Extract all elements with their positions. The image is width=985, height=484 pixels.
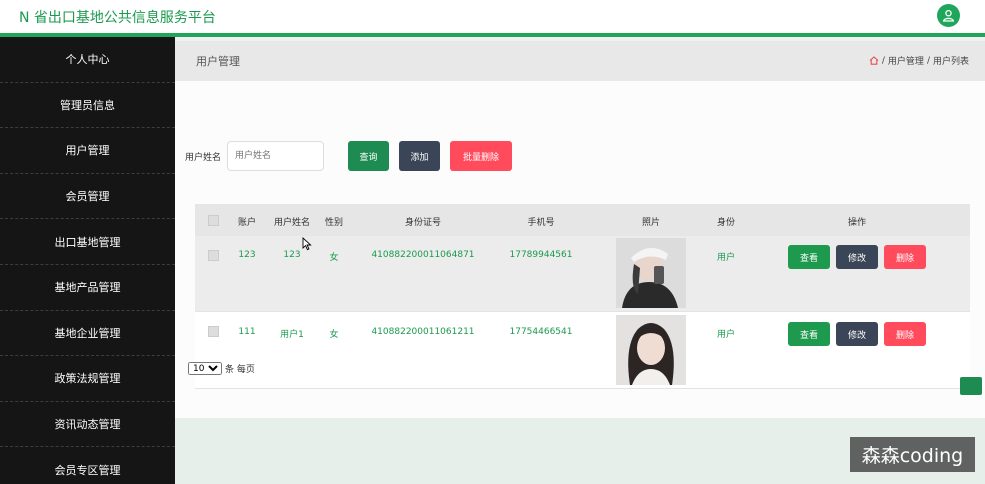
view-button[interactable]: 查看: [788, 322, 830, 346]
search-name-input[interactable]: [227, 141, 324, 171]
add-button[interactable]: 添加: [399, 141, 440, 171]
cell-user-name: 123: [283, 250, 301, 260]
header-phone: 手机号: [527, 218, 555, 228]
breadcrumb-user-list: 用户列表: [932, 57, 969, 67]
app-title: N 省出口基地公共信息服务平台: [19, 10, 216, 26]
header-user-name: 用户姓名: [273, 218, 311, 228]
cell-user-name: 用户1: [280, 330, 304, 340]
header-identity: 身份: [716, 218, 736, 228]
cell-phone: 17754466541: [509, 327, 573, 337]
breadcrumb: / 用户管理 / 用户列表: [869, 54, 969, 67]
delete-button[interactable]: 删除: [884, 322, 926, 346]
cell-identity: 用户: [716, 253, 736, 263]
page-title: 用户管理: [196, 55, 240, 68]
sidebar-item-policies[interactable]: 政策法规管理: [0, 356, 175, 402]
edit-button[interactable]: 修改: [836, 322, 878, 346]
sidebar-item-news[interactable]: 资讯动态管理: [0, 402, 175, 448]
cell-account: 111: [238, 327, 256, 337]
header-account: 账户: [237, 218, 257, 228]
cell-id-card: 410882200011064871: [371, 250, 475, 260]
sidebar-item-user-management[interactable]: 用户管理: [0, 128, 175, 174]
sidebar-item-member-management[interactable]: 会员管理: [0, 174, 175, 220]
search-name-label: 用户姓名: [185, 153, 222, 163]
sidebar-item-admin-info[interactable]: 管理员信息: [0, 83, 175, 129]
breadcrumb-separator: /: [926, 55, 930, 66]
table-header: 账户 用户姓名 性别 身份证号 手机号 照片 身份 操作: [195, 204, 970, 236]
header-photo: 照片: [641, 218, 661, 228]
row-checkbox[interactable]: [208, 250, 219, 261]
header-gender: 性别: [324, 218, 344, 228]
sidebar-item-export-base[interactable]: 出口基地管理: [0, 219, 175, 265]
user-avatar-button[interactable]: [937, 4, 960, 27]
cell-phone: 17789944561: [509, 250, 573, 260]
user-photo: [616, 238, 686, 308]
sidebar-item-base-products[interactable]: 基地产品管理: [0, 265, 175, 311]
top-bar: N 省出口基地公共信息服务平台: [0, 0, 985, 37]
query-button[interactable]: 查询: [348, 141, 389, 171]
select-all-checkbox[interactable]: [208, 215, 219, 226]
view-button[interactable]: 查看: [788, 245, 830, 269]
mouse-cursor-icon: [302, 237, 312, 251]
delete-button[interactable]: 删除: [884, 245, 926, 269]
current-page-button[interactable]: [960, 377, 982, 395]
user-list-panel: 用户姓名 查询 添加 批量删除 账户 用户姓名 性别 身份证号 手机号 照片 身…: [175, 81, 985, 418]
header-id-card: 身份证号: [404, 218, 442, 228]
watermark: 森森coding: [850, 437, 975, 472]
batch-delete-button[interactable]: 批量删除: [450, 141, 512, 171]
page-size-label: 条 每页: [225, 365, 255, 375]
breadcrumb-separator: /: [881, 55, 885, 66]
cell-id-card: 410882200011061211: [371, 327, 475, 337]
breadcrumb-user-management[interactable]: 用户管理: [888, 54, 924, 67]
home-icon[interactable]: [869, 56, 879, 65]
sidebar-item-member-zone[interactable]: 会员专区管理: [0, 447, 175, 484]
sidebar-item-personal-center[interactable]: 个人中心: [0, 37, 175, 83]
row-checkbox[interactable]: [208, 326, 219, 337]
header-actions: 操作: [847, 218, 867, 228]
cell-identity: 用户: [716, 330, 736, 340]
page-size-control: 10 条 每页: [188, 362, 255, 375]
cell-gender: 女: [329, 330, 339, 340]
sidebar-item-base-enterprises[interactable]: 基地企业管理: [0, 311, 175, 357]
user-table: 账户 用户姓名 性别 身份证号 手机号 照片 身份 操作 123 123 女 4…: [195, 204, 970, 389]
table-row: 111 用户1 女 410882200011061211 17754466541…: [195, 312, 970, 389]
main-content: 用户管理 / 用户管理 / 用户列表 用户姓名 查询 添加 批量删除 账户 用户…: [175, 41, 985, 484]
user-photo: [616, 315, 686, 385]
page-header: 用户管理 / 用户管理 / 用户列表: [175, 41, 985, 81]
user-icon: [942, 9, 955, 22]
cell-gender: 女: [329, 253, 339, 263]
page-size-select[interactable]: 10: [188, 362, 222, 375]
edit-button[interactable]: 修改: [836, 245, 878, 269]
sidebar: 个人中心 管理员信息 用户管理 会员管理 出口基地管理 基地产品管理 基地企业管…: [0, 37, 175, 484]
cell-account: 123: [238, 250, 256, 260]
